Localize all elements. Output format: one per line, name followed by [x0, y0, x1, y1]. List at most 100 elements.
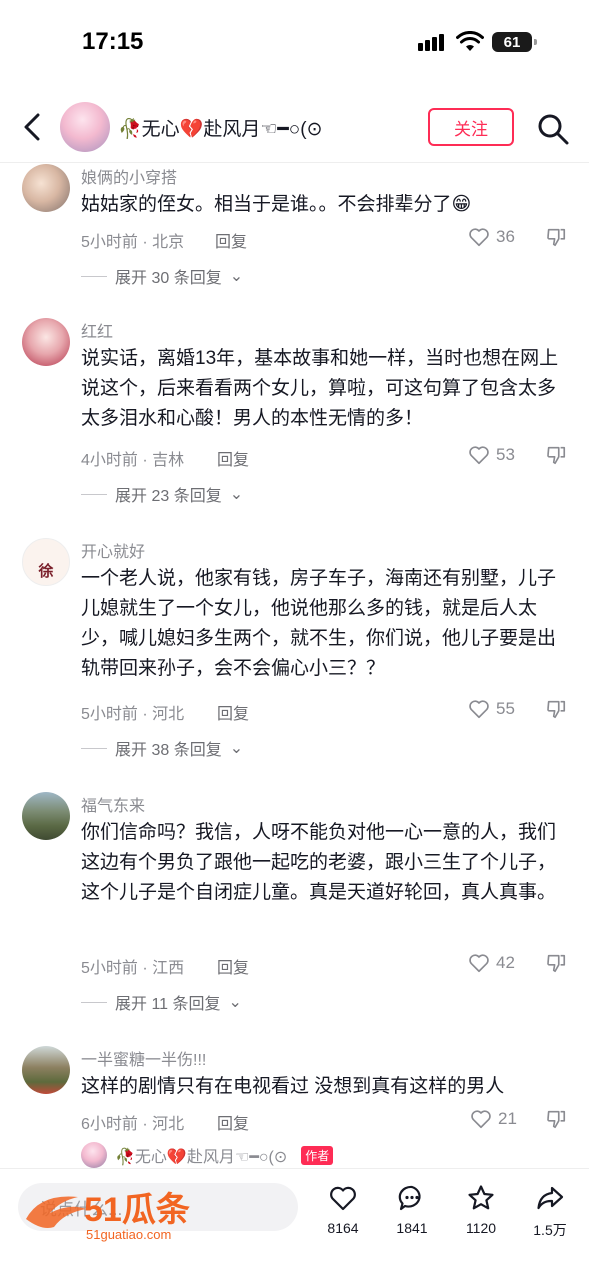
- reply-button[interactable]: 回复: [217, 954, 249, 978]
- chevron-down-icon: ⌄: [228, 994, 242, 1011]
- heart-icon: [469, 700, 489, 719]
- comment-item: 福气东来 你们信命吗？我信，人呀不能负对他一心一意的人，我们这边有个男负了跟他一…: [0, 792, 589, 1014]
- battery-icon: 61: [492, 32, 537, 52]
- back-icon[interactable]: [18, 110, 48, 144]
- comment-text: 你们信命吗？我信，人呀不能负对他一心一意的人，我们这边有个男负了跟他一起吃的老婆…: [81, 822, 557, 903]
- reply-button[interactable]: 回复: [217, 700, 249, 724]
- chevron-down-icon: ⌄: [229, 268, 244, 285]
- comment-item: 红红 说实话，离婚13年，基本故事和她一样，当时也想在网上说这个，后来看看两个女…: [0, 318, 589, 518]
- comment-count: 1841: [396, 1220, 428, 1236]
- expand-label: 展开 38 条回复: [115, 742, 222, 759]
- comment-text: 说实话，离婚13年，基本故事和她一样，当时也想在网上说这个，后来看看两个女儿，算…: [81, 348, 559, 429]
- top-bar: 🥀无心💔赴风月☜━○(⊙ 关注: [0, 92, 589, 162]
- author-tag: 作者: [301, 1145, 334, 1165]
- watermark-logo: 51瓜条 51guatiao.com: [26, 1191, 190, 1242]
- like-button[interactable]: 53: [468, 444, 515, 466]
- chevron-down-icon: ⌄: [229, 486, 244, 503]
- author-reply-avatar: [81, 1142, 107, 1168]
- share-icon: [537, 1186, 564, 1210]
- header-divider: [0, 162, 589, 163]
- comment-username[interactable]: 一半蜜糖一半伤!!!: [81, 1046, 206, 1070]
- follow-button[interactable]: 关注: [428, 108, 514, 146]
- comment-meta: 5小时前 · 河北: [81, 706, 185, 723]
- like-action[interactable]: 8164: [313, 1183, 373, 1236]
- expand-line: [81, 1001, 107, 1003]
- signal-icon: [418, 34, 444, 51]
- comment-meta: 5小时前 · 北京: [81, 234, 185, 251]
- heart-icon: [469, 228, 489, 247]
- like-count: 8164: [327, 1220, 359, 1236]
- expand-replies-button[interactable]: 展开 11 条回复 ⌄: [81, 990, 242, 1014]
- like-count: 53: [496, 445, 515, 464]
- chevron-down-icon: ⌄: [229, 740, 244, 757]
- comment-item: 娘俩的小穿搭 姑姑家的侄女。相当于是谁。。不会排辈分了😁 5小时前 · 北京 回…: [0, 164, 589, 294]
- status-bar: 17:15 61: [0, 0, 589, 88]
- expand-replies-button[interactable]: 展开 30 条回复 ⌄: [81, 264, 243, 288]
- comment-avatar[interactable]: 徐: [22, 538, 70, 586]
- status-time: 17:15: [82, 28, 144, 55]
- reply-button[interactable]: 回复: [217, 1110, 249, 1134]
- expand-label: 展开 11 条回复: [115, 996, 221, 1013]
- reply-button[interactable]: 回复: [217, 446, 249, 470]
- expand-replies-button[interactable]: 展开 23 条回复 ⌄: [81, 482, 243, 506]
- comment-text: 一个老人说，他家有钱，房子车子，海南还有别墅，儿子儿媳就生了一个女儿，他说他那么…: [81, 568, 557, 679]
- bottom-bar: 说点什么... 51瓜条 51guatiao.com 8164 1841 112…: [0, 1168, 589, 1280]
- battery-level: 61: [503, 33, 521, 51]
- author-name[interactable]: 🥀无心💔赴风月☜━○(⊙: [118, 114, 323, 141]
- like-count: 55: [496, 699, 515, 718]
- search-icon[interactable]: [536, 112, 570, 146]
- heart-icon: [469, 954, 489, 973]
- like-button[interactable]: 36: [468, 226, 515, 248]
- comment-meta: 4小时前 · 吉林: [81, 452, 185, 469]
- expand-label: 展开 23 条回复: [115, 488, 222, 505]
- expand-line: [81, 747, 107, 749]
- dislike-icon[interactable]: [545, 952, 567, 974]
- comment-icon: [398, 1185, 421, 1211]
- comment-username[interactable]: 开心就好: [81, 538, 145, 562]
- comment-item: 一半蜜糖一半伤!!! 这样的剧情只有在电视看过 没想到真有这样的男人 6小时前 …: [0, 1046, 589, 1168]
- comment-text: 这样的剧情只有在电视看过 没想到真有这样的男人: [81, 1076, 505, 1097]
- comment-avatar[interactable]: [22, 164, 70, 212]
- comment-username[interactable]: 红红: [81, 318, 113, 342]
- comment-username[interactable]: 福气东来: [81, 792, 145, 816]
- watermark-text: 51瓜条: [84, 1191, 190, 1229]
- avatar-label: 徐: [38, 563, 54, 580]
- comment-avatar[interactable]: [22, 318, 70, 366]
- expand-label: 展开 30 条回复: [115, 270, 222, 287]
- author-avatar[interactable]: [60, 102, 110, 152]
- author-reply-name: 🥀无心💔赴风月☜━○(⊙: [115, 1149, 288, 1166]
- comment-avatar[interactable]: [22, 1046, 70, 1094]
- heart-icon: [471, 1110, 491, 1129]
- star-icon: [468, 1185, 494, 1210]
- dislike-icon[interactable]: [545, 444, 567, 466]
- comment-avatar[interactable]: [22, 792, 70, 840]
- comment-item: 徐 开心就好 一个老人说，他家有钱，房子车子，海南还有别墅，儿子儿媳就生了一个女…: [0, 538, 589, 760]
- like-button[interactable]: 55: [468, 698, 515, 720]
- expand-line: [81, 493, 107, 495]
- share-action[interactable]: 1.5万: [520, 1183, 580, 1240]
- like-button[interactable]: 42: [468, 952, 515, 974]
- dislike-icon[interactable]: [545, 698, 567, 720]
- heart-icon: [469, 446, 489, 465]
- comment-meta: 5小时前 · 江西: [81, 960, 185, 977]
- expand-replies-button[interactable]: 展开 38 条回复 ⌄: [81, 736, 243, 760]
- reply-button[interactable]: 回复: [215, 228, 247, 252]
- wifi-icon: [456, 31, 484, 51]
- favorite-action[interactable]: 1120: [451, 1183, 511, 1236]
- comment-meta: 6小时前 · 河北: [81, 1116, 185, 1133]
- like-count: 42: [496, 953, 515, 972]
- dislike-icon[interactable]: [545, 1108, 567, 1130]
- comment-text: 姑姑家的侄女。相当于是谁。。不会排辈分了😁: [81, 194, 472, 215]
- author-reply-preview[interactable]: 🥀无心💔赴风月☜━○(⊙ 作者: [81, 1142, 334, 1168]
- like-count: 21: [498, 1109, 517, 1128]
- share-count: 1.5万: [533, 1222, 567, 1238]
- heart-icon: [330, 1186, 356, 1211]
- like-count: 36: [496, 227, 515, 246]
- expand-line: [81, 275, 107, 277]
- dislike-icon[interactable]: [545, 226, 567, 248]
- comment-action[interactable]: 1841: [382, 1183, 442, 1236]
- favorite-count: 1120: [465, 1220, 497, 1236]
- comment-username[interactable]: 娘俩的小穿搭: [81, 164, 177, 188]
- watermark-url: 51guatiao.com: [86, 1227, 171, 1242]
- like-button[interactable]: 21: [470, 1108, 517, 1130]
